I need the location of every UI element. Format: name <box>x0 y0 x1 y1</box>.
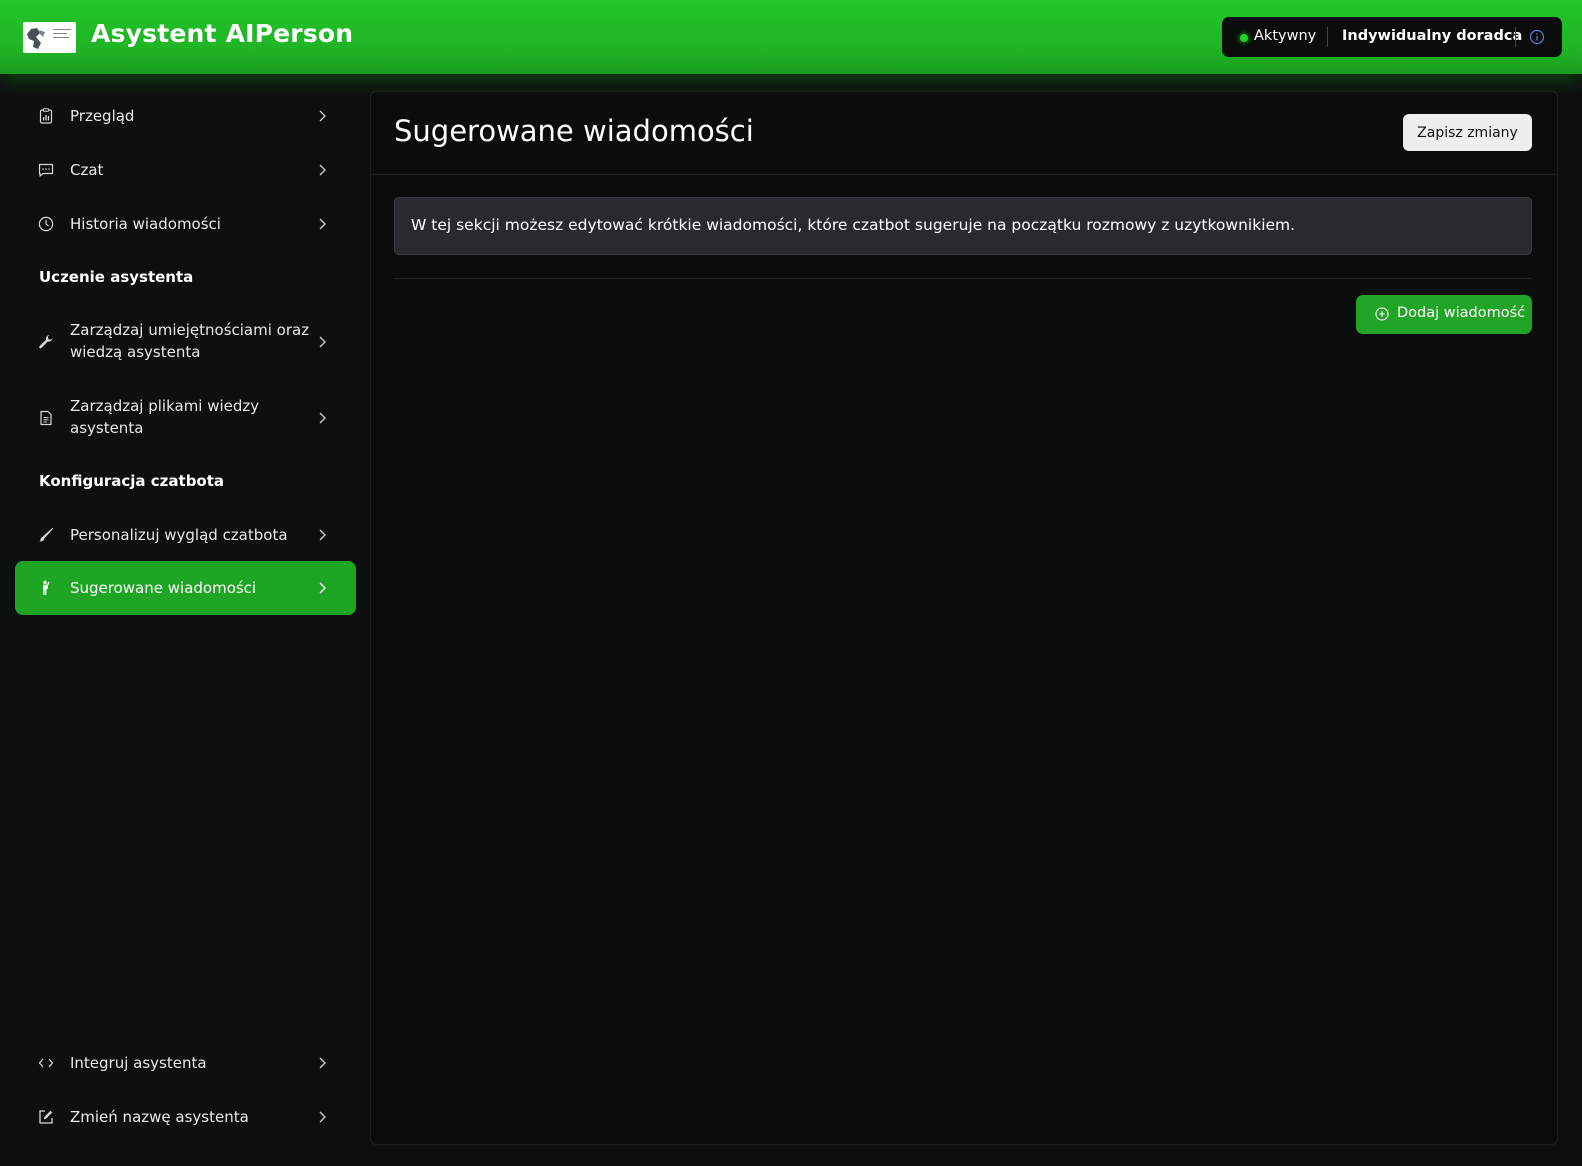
info-callout-text: W tej sekcji możesz edytować krótkie wia… <box>411 216 1296 234</box>
document-icon <box>40 410 52 426</box>
plan-label: Indywidualny doradca <box>1342 28 1523 44</box>
panel-header: Sugerowane wiadomości Zapisz zmiany <box>371 92 1557 175</box>
sidebar-item-label: Zarządzaj umiejętnościami oraz wiedzą as… <box>70 321 310 361</box>
sidebar-item-label: Czat <box>70 161 104 179</box>
sidebar-item-integrate[interactable]: Integruj asystenta <box>15 1036 356 1090</box>
chevron-right-icon <box>319 164 326 176</box>
chevron-right-icon <box>319 1057 326 1069</box>
sidebar-item-label: Zarządzaj plikami wiedzy asystenta <box>70 397 260 437</box>
status-dot-icon <box>1240 34 1248 42</box>
chat-bubble-icon <box>38 163 54 177</box>
sidebar-item-label: Sugerowane wiadomości <box>70 579 257 597</box>
section-title-config: Konfiguracja czatbota <box>39 472 225 490</box>
sidebar-item-personalize[interactable]: Personalizuj wygląd czatbota <box>15 508 356 562</box>
edit-icon <box>39 1110 53 1124</box>
status-label: Aktywny <box>1254 28 1317 44</box>
section-title-learning: Uczenie asystenta <box>39 268 194 286</box>
logo-figure-icon <box>25 25 49 51</box>
chevron-right-icon <box>319 110 326 122</box>
clipboard-chart-icon <box>39 108 53 124</box>
sidebar-item-overview[interactable]: Przegląd <box>15 89 356 143</box>
add-message-button[interactable]: Dodaj wiadomość <box>1356 295 1532 334</box>
sidebar-item-chat[interactable]: Czat <box>15 143 356 197</box>
top-bar: Asystent AIPerson Aktywny Indywidualny d… <box>0 0 1582 74</box>
person-waving-icon <box>43 580 50 595</box>
main-panel: Sugerowane wiadomości Zapisz zmiany W te… <box>370 91 1558 1145</box>
sidebar-item-label: Zmień nazwę asystenta <box>70 1108 249 1126</box>
code-icon <box>38 1058 54 1068</box>
assistant-status-pill: Aktywny Indywidualny doradca <box>1222 17 1562 57</box>
chevron-right-icon <box>319 336 326 348</box>
brand-name: Asystent AIPerson <box>91 19 354 48</box>
sidebar-item-suggested-messages[interactable]: Sugerowane wiadomości <box>15 561 356 615</box>
sidebar: Przegląd Czat Historia wiadomości Uczeni… <box>0 74 368 1166</box>
chevron-right-icon <box>319 582 326 594</box>
sidebar-item-label: Historia wiadomości <box>70 215 221 233</box>
wrench-icon <box>39 335 53 349</box>
chevron-right-icon <box>319 218 326 230</box>
sidebar-item-message-history[interactable]: Historia wiadomości <box>15 197 356 251</box>
save-button[interactable]: Zapisz zmiany <box>1403 114 1532 151</box>
chevron-right-icon <box>319 412 326 424</box>
chevron-right-icon <box>319 1111 326 1123</box>
add-message-label: Dodaj wiadomość <box>1397 305 1526 321</box>
divider <box>1515 27 1516 47</box>
sidebar-item-label: Personalizuj wygląd czatbota <box>70 526 288 544</box>
brush-icon <box>39 527 54 542</box>
sidebar-item-manage-skills[interactable]: Zarządzaj umiejętnościami oraz wiedzą as… <box>15 304 356 380</box>
sidebar-item-label: Integruj asystenta <box>70 1054 207 1072</box>
page-title: Sugerowane wiadomości <box>394 114 754 148</box>
info-callout: W tej sekcji możesz edytować krótkie wia… <box>394 197 1532 255</box>
plus-circle-icon <box>1375 307 1389 321</box>
chevron-right-icon <box>319 529 326 541</box>
sidebar-item-rename[interactable]: Zmień nazwę asystenta <box>15 1090 356 1144</box>
info-icon[interactable] <box>1529 29 1545 45</box>
divider <box>1327 27 1328 47</box>
sidebar-item-label: Przegląd <box>70 107 135 125</box>
clock-icon <box>38 216 54 232</box>
brand-logo[interactable] <box>23 22 76 53</box>
sidebar-item-knowledge-files[interactable]: Zarządzaj plikami wiedzy asystenta <box>15 380 356 456</box>
divider <box>394 278 1532 279</box>
